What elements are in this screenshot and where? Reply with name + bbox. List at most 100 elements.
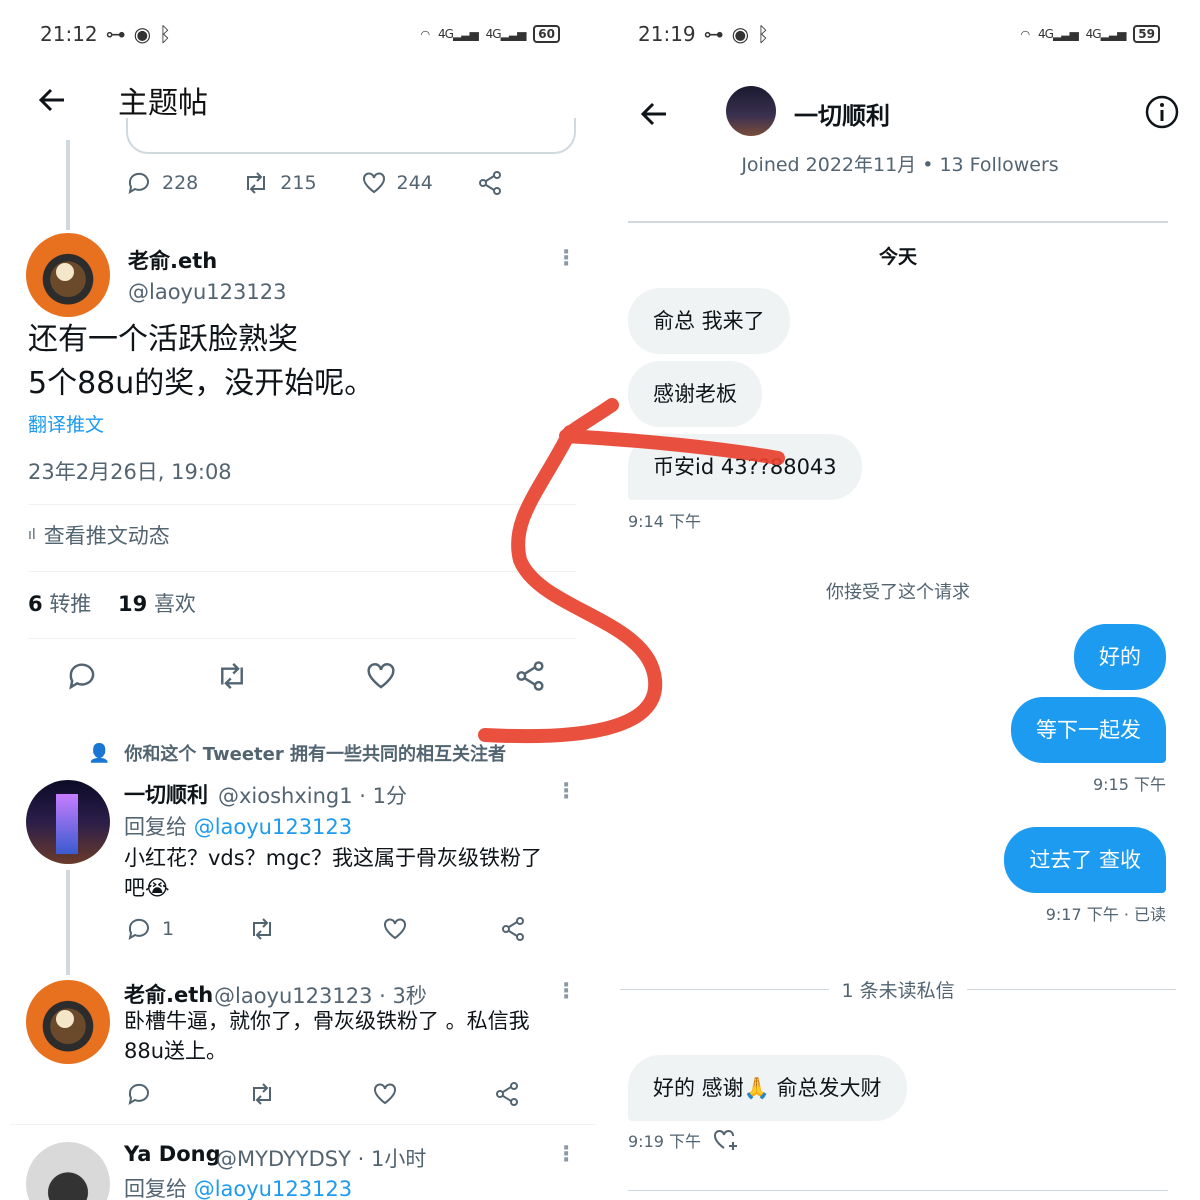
reply-icon <box>128 172 149 195</box>
prev-tweet-actions: 228 215 244 <box>126 170 503 196</box>
author-name[interactable]: 老俞.eth <box>128 245 217 275</box>
divider <box>10 1124 596 1125</box>
reply-button[interactable]: 1 <box>126 916 174 942</box>
retweet-icon[interactable] <box>215 660 249 692</box>
back-arrow-icon[interactable] <box>638 98 670 130</box>
message-bubble-incoming[interactable]: 币安id 43??88043 <box>628 434 862 500</box>
quoted-tweet-card[interactable] <box>126 118 576 154</box>
reply-count: 1 <box>162 918 175 940</box>
status-bar: 21:19 ⊶ ◉ ᛒ ◠ 4G▂▃▅ 4G▂▃▅ 59 <box>638 20 1160 48</box>
bluetooth-icon: ᛒ <box>159 22 172 46</box>
like-count: 244 <box>396 172 433 194</box>
tweet-timestamp[interactable]: 23年2月26日, 19:08 <box>28 456 232 486</box>
heart-icon[interactable] <box>365 660 397 692</box>
heart-icon <box>362 172 385 194</box>
divider <box>628 221 1168 223</box>
retweet-button[interactable]: 215 <box>242 170 317 196</box>
request-accepted-note: 你接受了这个请求 <box>826 582 970 603</box>
share-icon[interactable] <box>514 660 546 692</box>
retweet-icon <box>247 172 266 194</box>
reply-author-name[interactable]: 一切顺利 <box>124 779 208 809</box>
battery-icon: 59 <box>1133 25 1160 43</box>
mention-link[interactable]: @laoyu123123 <box>194 815 352 839</box>
cellular-signal-icon: 4G▂▃▅ <box>438 27 479 41</box>
message-bubble-outgoing[interactable]: 好的 <box>1074 624 1166 690</box>
mutual-followers-note: 👤 你和这个 Tweeter 拥有一些共同的相互关注者 <box>88 742 506 766</box>
share-button[interactable] <box>477 170 503 196</box>
message-timestamp-read: 9:17 下午 · 已读 <box>1045 905 1166 924</box>
cellular-signal-2-icon: 4G▂▃▅ <box>485 27 527 41</box>
reply-meta[interactable]: @xioshxing1 · 1分 <box>218 780 407 810</box>
divider <box>28 504 576 505</box>
divider <box>966 989 1177 990</box>
heart-icon[interactable] <box>372 1081 398 1107</box>
author-handle[interactable]: @laoyu123123 <box>128 280 286 304</box>
eye-icon: ◉ <box>731 22 750 46</box>
avatar[interactable] <box>26 1142 110 1200</box>
more-options-icon[interactable]: · · · <box>562 975 570 1009</box>
add-reaction-icon[interactable] <box>713 1128 739 1152</box>
unread-separator: 1 条未读私信 <box>620 976 1177 1003</box>
main-tweet-actions <box>66 660 546 692</box>
eye-icon: ◉ <box>133 22 152 46</box>
message-timestamp: 9:14 下午 <box>628 512 702 531</box>
reply-meta[interactable]: @MYDYYDSY · 1小时 <box>216 1143 426 1173</box>
message-bubble-incoming[interactable]: 俞总 我来了 <box>628 288 790 354</box>
like-button[interactable]: 244 <box>361 170 433 196</box>
tweet-thread-panel: 21:12 ⊶ ◉ ᛒ ◠ 4G▂▃▅ 4G▂▃▅ 60 主题帖 228 215 <box>0 0 600 1200</box>
avatar[interactable] <box>726 86 776 136</box>
tweet-analytics-link[interactable]: ıl 查看推文动态 <box>28 520 170 550</box>
share-icon[interactable] <box>500 916 526 942</box>
avatar[interactable] <box>26 780 110 864</box>
message-bubble-incoming[interactable]: 感谢老板 <box>628 361 762 427</box>
reply-to-line: 回复给 @laoyu123123 <box>124 815 353 839</box>
info-icon[interactable] <box>1144 94 1180 130</box>
conversation-name[interactable]: 一切顺利 <box>794 96 890 131</box>
status-time: 21:12 <box>40 22 98 46</box>
reply-author-name[interactable]: Ya Dong <box>124 1142 221 1166</box>
conversation-header: 一切顺利 <box>638 86 1180 138</box>
bluetooth-icon: ᛒ <box>757 22 770 46</box>
more-options-icon[interactable]: · · · <box>562 242 570 276</box>
message-bubble-outgoing[interactable]: 过去了 查收 <box>1004 827 1166 893</box>
page-title: 主题帖 <box>118 86 208 121</box>
message-timestamp: 9:19 下午 <box>628 1128 739 1152</box>
reply-count: 228 <box>162 172 199 194</box>
retweet-icon[interactable] <box>248 1081 276 1107</box>
translate-link[interactable]: 翻译推文 <box>28 410 104 437</box>
retweet-icon[interactable] <box>248 916 276 942</box>
reply-actions: 1 <box>126 916 526 942</box>
battery-icon: 60 <box>533 25 560 43</box>
thread-header: 主题帖 <box>36 80 208 121</box>
reply-author-name[interactable]: 老俞.eth <box>124 979 213 1009</box>
wifi-icon: ◠ <box>1020 27 1031 41</box>
key-icon: ⊶ <box>105 22 126 46</box>
more-options-icon[interactable]: · · · <box>562 775 570 809</box>
reply-button[interactable]: 228 <box>126 170 198 196</box>
message-timestamp: 9:15 下午 <box>1092 775 1166 794</box>
message-bubble-incoming[interactable]: 好的 感谢🙏 俞总发大财 <box>628 1055 907 1121</box>
mention-link[interactable]: @laoyu123123 <box>194 1177 352 1200</box>
cellular-signal-icon: 4G▂▃▅ <box>1038 27 1079 41</box>
divider <box>28 571 576 572</box>
engagement-stats[interactable]: 6 转推 19 喜欢 <box>28 588 196 618</box>
avatar[interactable] <box>26 980 110 1064</box>
tweet-text: 还有一个活跃脸熟奖 5个88u的奖，没开始呢。 <box>28 322 375 401</box>
reply-text: 小红花？vds？mgc？我这属于骨灰级铁粉了 吧😭 <box>124 846 543 900</box>
back-arrow-icon[interactable] <box>36 84 68 116</box>
cellular-signal-2-icon: 4G▂▃▅ <box>1085 27 1127 41</box>
date-separator: 今天 <box>878 246 917 268</box>
status-time: 21:19 <box>638 22 696 46</box>
reply-icon[interactable] <box>126 1081 152 1107</box>
avatar[interactable] <box>26 233 110 317</box>
heart-icon[interactable] <box>382 916 408 942</box>
joined-info: Joined 2022年11月 • 13 Followers <box>741 154 1059 176</box>
reply-to-line: 回复给 @laoyu123123 <box>124 1177 353 1200</box>
more-options-icon[interactable]: · · · <box>562 1138 570 1172</box>
divider <box>628 1190 1168 1191</box>
reply-icon[interactable] <box>66 660 98 692</box>
thread-connector <box>66 140 70 230</box>
message-bubble-outgoing[interactable]: 等下一起发 <box>1011 697 1166 763</box>
share-icon[interactable] <box>494 1081 520 1107</box>
wifi-icon: ◠ <box>420 27 431 41</box>
